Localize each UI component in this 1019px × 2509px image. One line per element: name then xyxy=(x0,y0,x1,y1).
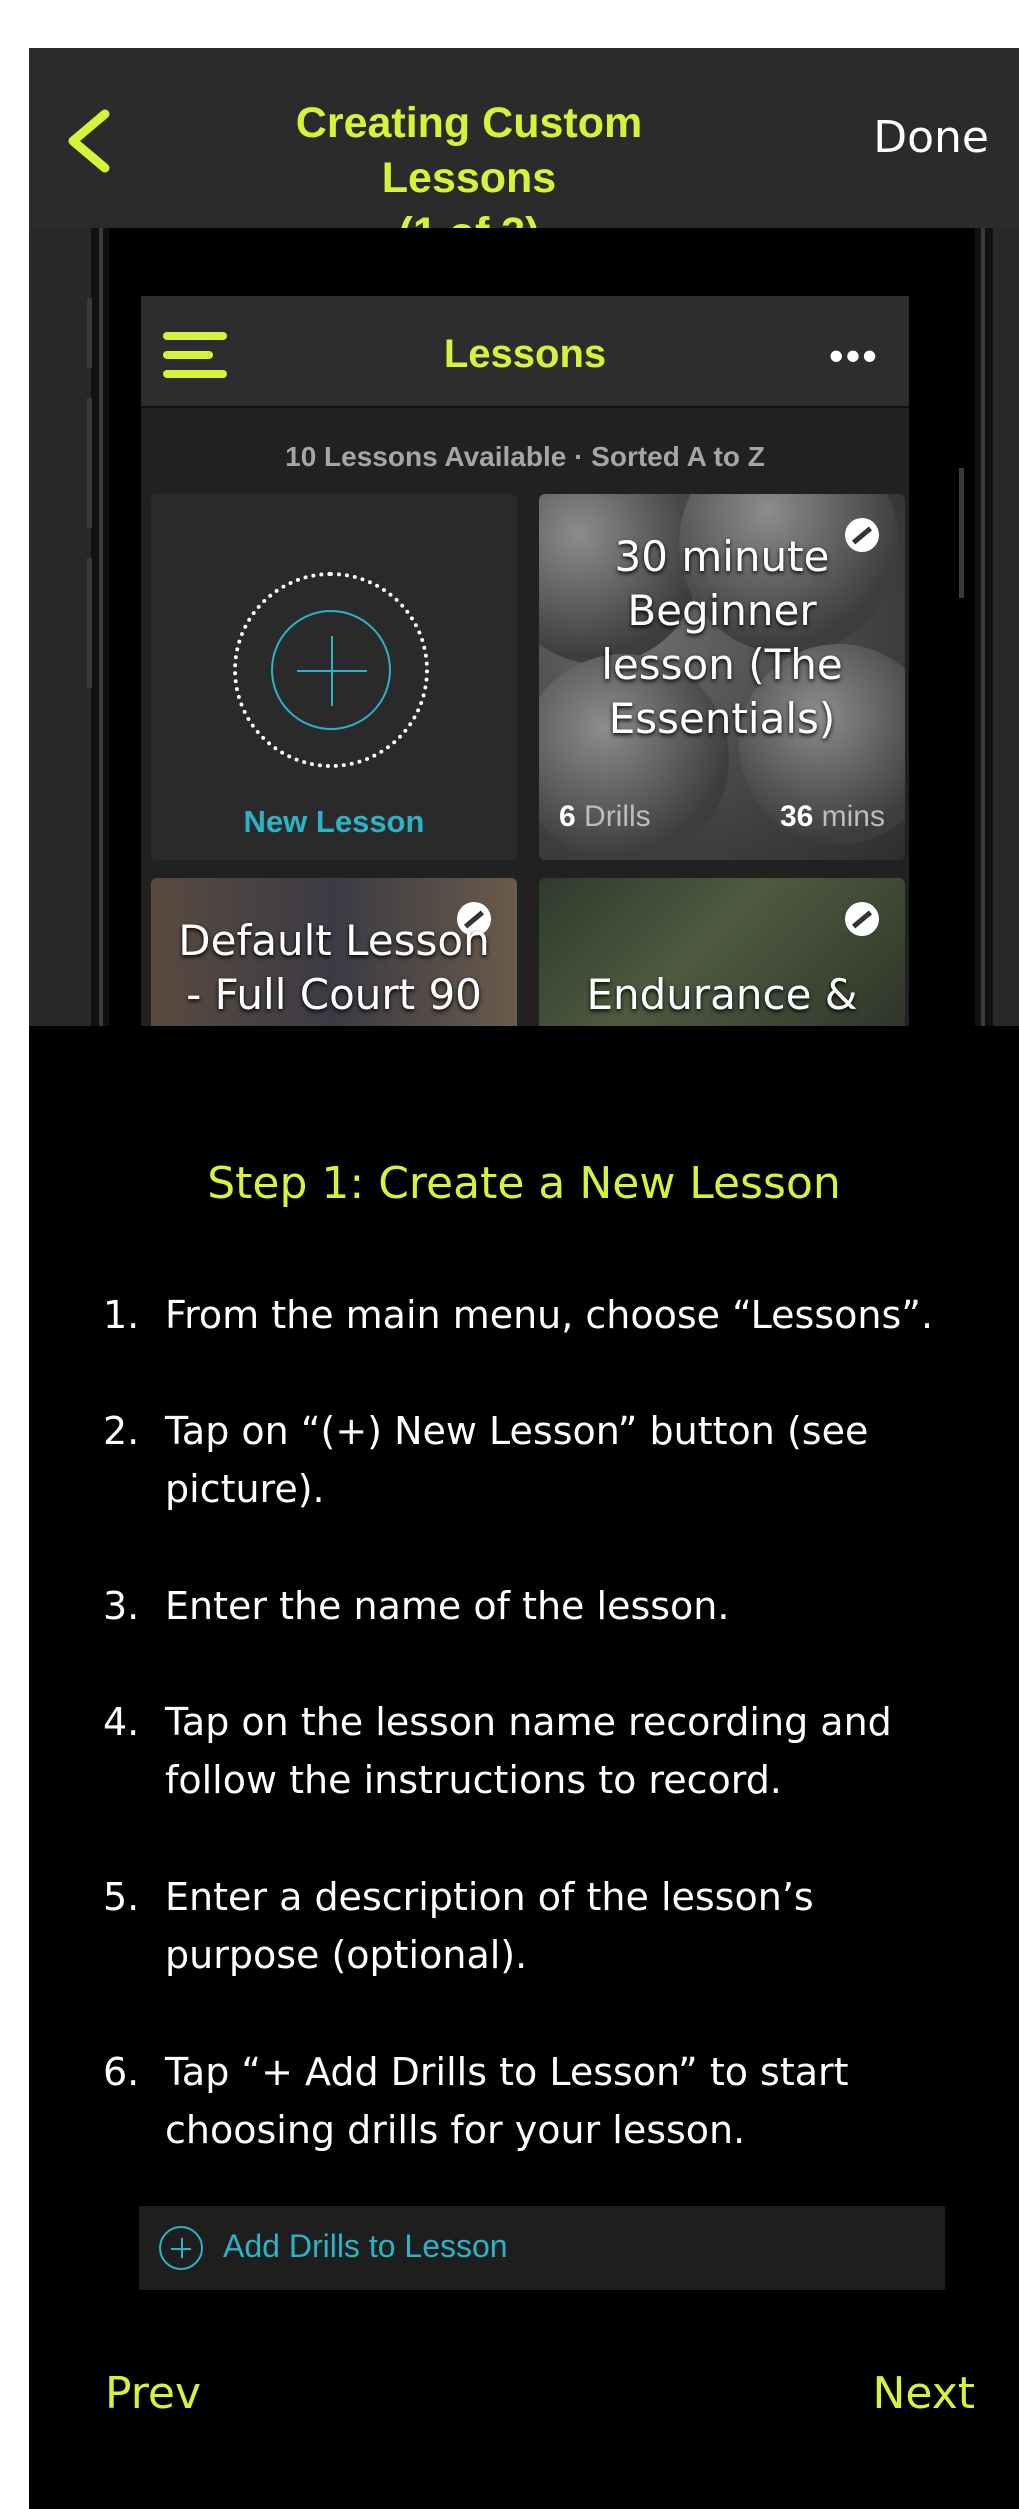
phone-side-button xyxy=(87,558,92,688)
phone-side-button xyxy=(87,298,92,368)
back-chevron-icon[interactable] xyxy=(61,106,121,176)
plus-circle-icon xyxy=(271,610,391,730)
tutorial-screen: Creating Custom Lessons (1 of 3) Done Le… xyxy=(29,48,1019,2509)
lesson-card[interactable]: 30 minute Beginner lesson (The Essential… xyxy=(539,494,905,860)
lessons-app: Lessons ••• 10 Lessons Available · Sorte… xyxy=(141,296,909,1026)
lesson-drills-count: 6 Drills xyxy=(559,800,651,833)
lesson-duration: 36 mins xyxy=(779,800,885,833)
app-header: Lessons ••• xyxy=(141,296,909,408)
next-button[interactable]: Next xyxy=(872,2368,975,2419)
plus-circle-icon xyxy=(159,2226,203,2270)
new-lesson-highlight xyxy=(233,572,429,768)
add-drills-example-button: Add Drills to Lesson xyxy=(139,2206,945,2290)
page-title-line1: Creating Custom Lessons xyxy=(295,99,643,202)
app-title: Lessons xyxy=(443,332,607,376)
add-drills-label: Add Drills to Lesson xyxy=(223,2228,508,2264)
new-lesson-card[interactable]: New Lesson xyxy=(151,494,517,860)
more-options-icon[interactable]: ••• xyxy=(829,332,879,380)
lesson-card[interactable]: Endurance & xyxy=(539,878,905,1026)
nav-bar: Creating Custom Lessons (1 of 3) Done xyxy=(29,48,1019,257)
prev-button[interactable]: Prev xyxy=(105,2368,201,2419)
lessons-screenshot: Lessons ••• 10 Lessons Available · Sorte… xyxy=(29,228,1019,1026)
phone-side-button xyxy=(87,398,92,528)
phone-side-button xyxy=(959,468,964,598)
lesson-card[interactable]: Default Lesson - Full Court 90 xyxy=(151,878,517,1026)
lesson-card-title: Endurance & xyxy=(586,970,858,1019)
done-button[interactable]: Done xyxy=(873,112,989,163)
lessons-count: 10 Lessons Available · Sorted A to Z xyxy=(285,441,765,472)
step-title: Step 1: Create a New Lesson xyxy=(207,1158,841,1209)
lesson-card-title: Default Lesson - Full Court 90 xyxy=(178,916,490,1019)
lesson-card-title: 30 minute Beginner lesson (The Essential… xyxy=(601,532,843,743)
new-lesson-label: New Lesson xyxy=(243,804,425,839)
smart-ball-icon xyxy=(845,902,879,936)
